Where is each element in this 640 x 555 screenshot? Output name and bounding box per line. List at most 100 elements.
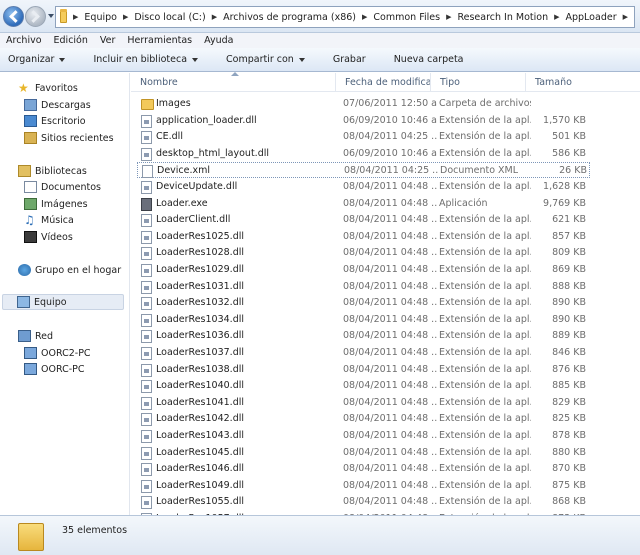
nav-desktop[interactable]: Escritorio bbox=[24, 113, 134, 129]
chevron-right-icon[interactable]: ▶ bbox=[212, 13, 217, 21]
dll-file-icon bbox=[141, 380, 152, 393]
file-date: 08/04/2011 04:25 ... bbox=[344, 165, 438, 176]
file-date: 08/04/2011 04:48 ... bbox=[343, 480, 437, 491]
chevron-right-icon[interactable]: ▶ bbox=[446, 13, 451, 21]
share-with-button[interactable]: Compartir con bbox=[218, 48, 313, 72]
column-header-name[interactable]: Nombre bbox=[131, 73, 336, 92]
file-size: 1,570 KB bbox=[543, 115, 586, 126]
menu-archivo[interactable]: Archivo bbox=[0, 33, 48, 48]
nav-homegroup[interactable]: Grupo en el hogar bbox=[18, 262, 128, 278]
file-row[interactable]: LoaderClient.dll 08/04/2011 04:48 ... Exte… bbox=[137, 212, 640, 228]
menu-edicion[interactable]: Edición bbox=[48, 33, 94, 48]
file-row[interactable]: LoaderRes1042.dll 08/04/2011 04:48 ... Ext… bbox=[137, 411, 640, 427]
recent-pages-dropdown-icon[interactable] bbox=[48, 14, 54, 18]
file-row[interactable]: LoaderRes1036.dll 08/04/2011 04:48 ... Ext… bbox=[137, 328, 640, 344]
file-row[interactable]: LoaderRes1049.dll 08/04/2011 04:48 ... Ext… bbox=[137, 478, 640, 494]
breadcrumb-apploader[interactable]: AppLoader bbox=[566, 12, 617, 23]
include-in-library-button[interactable]: Incluir en biblioteca bbox=[85, 48, 206, 72]
dll-file-icon bbox=[141, 297, 152, 310]
file-row[interactable]: LoaderRes1028.dll 08/04/2011 04:48 ... Ext… bbox=[137, 245, 640, 261]
chevron-right-icon[interactable]: ▶ bbox=[362, 13, 367, 21]
file-size: 825 KB bbox=[552, 413, 586, 424]
file-row[interactable]: LoaderRes1043.dll 08/04/2011 04:48 ... Ext… bbox=[137, 428, 640, 444]
dll-file-icon bbox=[141, 148, 152, 161]
file-row[interactable]: LoaderRes1041.dll 08/04/2011 04:48 ... Ext… bbox=[137, 395, 640, 411]
burn-button[interactable]: Grabar bbox=[325, 48, 374, 72]
file-row[interactable]: LoaderRes1046.dll 08/04/2011 04:48 ... Ext… bbox=[137, 461, 640, 477]
dll-file-icon bbox=[141, 214, 152, 227]
nav-label: OORC-PC bbox=[41, 363, 85, 375]
new-folder-button[interactable]: Nueva carpeta bbox=[386, 48, 472, 72]
breadcrumb-disco-local[interactable]: Disco local (C:) bbox=[134, 12, 205, 23]
file-row[interactable]: Loader.exe 08/04/2011 04:48 ... Aplicación… bbox=[137, 196, 640, 212]
menu-ayuda[interactable]: Ayuda bbox=[198, 33, 239, 48]
nav-network[interactable]: Red bbox=[18, 328, 128, 344]
nav-libraries[interactable]: Bibliotecas bbox=[18, 163, 128, 179]
file-size: 890 KB bbox=[552, 297, 586, 308]
back-button[interactable] bbox=[3, 6, 24, 27]
nav-downloads[interactable]: Descargas bbox=[24, 97, 134, 113]
chevron-right-icon[interactable]: ▶ bbox=[623, 13, 628, 21]
file-date: 08/04/2011 04:48 ... bbox=[343, 496, 437, 507]
menu-ver[interactable]: Ver bbox=[94, 33, 122, 48]
nav-music[interactable]: ♫ Música bbox=[24, 212, 134, 228]
file-type: Carpeta de archivos bbox=[439, 98, 531, 109]
chevron-right-icon[interactable]: ▶ bbox=[73, 13, 78, 21]
breadcrumb[interactable]: ▶ Equipo ▶ Disco local (C:) ▶ Archivos d… bbox=[55, 6, 635, 28]
dll-file-icon bbox=[141, 463, 152, 476]
include-in-library-label: Incluir en biblioteca bbox=[93, 53, 188, 65]
breadcrumb-research-in-motion[interactable]: Research In Motion bbox=[457, 12, 548, 23]
nav-favorites[interactable]: ★ Favoritos bbox=[18, 80, 128, 96]
column-header-date[interactable]: Fecha de modifica... bbox=[336, 73, 431, 92]
file-type: Extensión de la apl... bbox=[439, 380, 531, 391]
column-header-size[interactable]: Tamaño bbox=[526, 73, 640, 92]
forward-button[interactable] bbox=[25, 6, 46, 27]
file-row[interactable]: Images 07/06/2011 12:50 a... Carpeta de ar… bbox=[137, 96, 640, 112]
file-row[interactable]: LoaderRes1040.dll 08/04/2011 04:48 ... Ext… bbox=[137, 378, 640, 394]
column-header-type[interactable]: Tipo bbox=[431, 73, 526, 92]
nav-documents[interactable]: Documentos bbox=[24, 179, 134, 195]
nav-host-oorc-pc[interactable]: OORC-PC bbox=[24, 361, 134, 377]
file-type: Extensión de la apl... bbox=[439, 247, 531, 258]
nav-pictures[interactable]: Imágenes bbox=[24, 196, 134, 212]
file-row[interactable]: LoaderRes1031.dll 08/04/2011 04:48 ... Ext… bbox=[137, 279, 640, 295]
file-row[interactable]: LoaderRes1045.dll 08/04/2011 04:48 ... Ext… bbox=[137, 445, 640, 461]
nav-videos[interactable]: Vídeos bbox=[24, 229, 134, 245]
file-row[interactable]: LoaderRes1037.dll 08/04/2011 04:48 ... Ext… bbox=[137, 345, 640, 361]
file-date: 08/04/2011 04:48 ... bbox=[343, 181, 437, 192]
chevron-right-icon[interactable]: ▶ bbox=[123, 13, 128, 21]
file-name: LoaderRes1045.dll bbox=[156, 447, 245, 458]
file-size: 1,628 KB bbox=[543, 181, 586, 192]
file-size: 885 KB bbox=[552, 380, 586, 391]
nav-computer[interactable]: Equipo bbox=[2, 294, 124, 310]
breadcrumb-equipo[interactable]: Equipo bbox=[84, 12, 117, 23]
file-size: 9,769 KB bbox=[543, 198, 586, 209]
organize-button[interactable]: Organizar bbox=[0, 48, 73, 72]
downloads-icon bbox=[24, 99, 37, 111]
file-row[interactable]: LoaderRes1038.dll 08/04/2011 04:48 ... Ext… bbox=[137, 362, 640, 378]
file-type: Extensión de la apl... bbox=[439, 214, 531, 225]
breadcrumb-common-files[interactable]: Common Files bbox=[373, 12, 440, 23]
folder-icon bbox=[141, 99, 154, 110]
share-with-label: Compartir con bbox=[226, 53, 294, 65]
file-row[interactable]: LoaderRes1029.dll 08/04/2011 04:48 ... Ext… bbox=[137, 262, 640, 278]
chevron-right-icon[interactable]: ▶ bbox=[554, 13, 559, 21]
file-size: 869 KB bbox=[552, 264, 586, 275]
nav-recent-places[interactable]: Sitios recientes bbox=[24, 130, 134, 146]
file-row[interactable]: LoaderRes1034.dll 08/04/2011 04:48 ... Ext… bbox=[137, 312, 640, 328]
file-date: 08/04/2011 04:48 ... bbox=[343, 397, 437, 408]
file-row[interactable]: LoaderRes1032.dll 08/04/2011 04:48 ... Ext… bbox=[137, 295, 640, 311]
menu-herramientas[interactable]: Herramientas bbox=[121, 33, 198, 48]
file-row[interactable]: LoaderRes1055.dll 08/04/2011 04:48 ... Ext… bbox=[137, 494, 640, 510]
file-type: Extensión de la apl... bbox=[439, 430, 531, 441]
item-count: 35 elementos bbox=[62, 525, 128, 536]
file-date: 08/04/2011 04:48 ... bbox=[343, 413, 437, 424]
file-row[interactable]: DeviceUpdate.dll 08/04/2011 04:48 ... Exte… bbox=[137, 179, 640, 195]
file-row[interactable]: desktop_html_layout.dll 06/09/2010 10:46 … bbox=[137, 146, 640, 162]
breadcrumb-archivos-de-programa[interactable]: Archivos de programa (x86) bbox=[223, 12, 356, 23]
file-row[interactable]: CE.dll 08/04/2011 04:25 ... Extensión de l… bbox=[137, 129, 640, 145]
file-row[interactable]: Device.xml 08/04/2011 04:25 ... Documento … bbox=[137, 162, 590, 178]
nav-host-oorc2-pc[interactable]: OORC2-PC bbox=[24, 345, 134, 361]
file-row[interactable]: application_loader.dll 06/09/2010 10:46 a… bbox=[137, 113, 640, 129]
file-row[interactable]: LoaderRes1025.dll 08/04/2011 04:48 ... Ext… bbox=[137, 229, 640, 245]
